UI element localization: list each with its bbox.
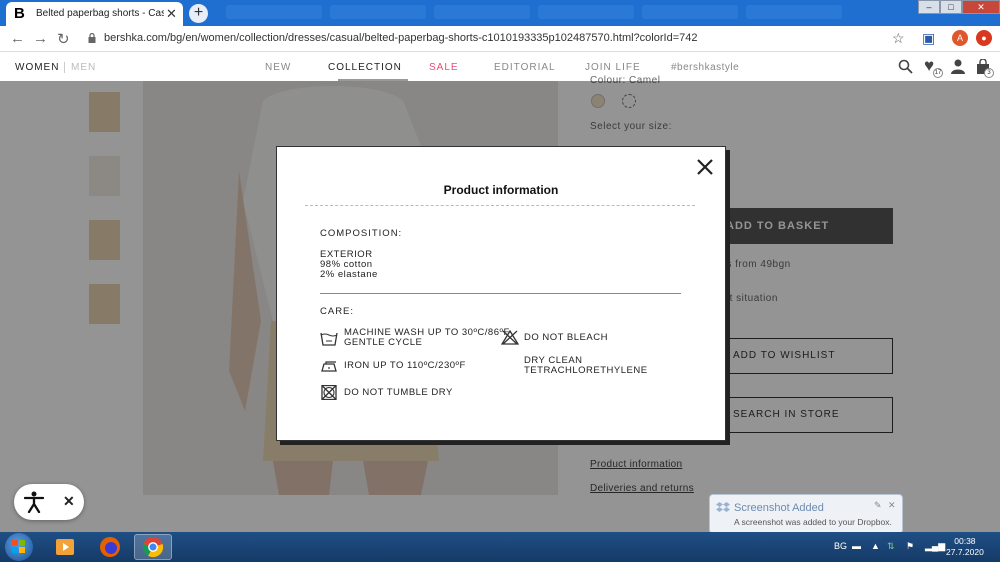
toast-body: A screenshot was added to your Dropbox. — [734, 517, 892, 527]
background-tab[interactable] — [226, 5, 322, 19]
media-player-app[interactable] — [46, 534, 84, 560]
composition-heading: COMPOSITION: — [320, 228, 403, 239]
care-heading: CARE: — [320, 306, 355, 317]
signal-icon[interactable]: ▂▄▆ — [925, 541, 945, 552]
nav-bershkastyle[interactable]: #bershkastyle — [671, 62, 739, 73]
modal-divider — [305, 205, 695, 206]
no-bleach-icon — [501, 330, 519, 345]
system-clock[interactable]: 00:38 27.7.2020 — [946, 536, 984, 558]
no-tumble-dry-icon — [321, 385, 337, 400]
media-player-icon — [56, 539, 74, 555]
start-button[interactable] — [5, 533, 33, 561]
close-icon[interactable] — [696, 158, 714, 176]
nav-collection[interactable]: COLLECTION — [328, 62, 402, 73]
bershka-favicon: B — [14, 5, 25, 22]
toast-settings-icon[interactable]: ✎ — [874, 500, 882, 511]
composition-line: 2% elastane — [320, 269, 378, 280]
iron-icon — [321, 361, 337, 372]
care-divider — [320, 293, 681, 294]
background-tab[interactable] — [434, 5, 530, 19]
tab-title: Belted paperbag shorts - Casual — [36, 8, 164, 19]
back-arrow-icon[interactable]: ← — [10, 30, 25, 47]
browser-tab[interactable]: B Belted paperbag shorts - Casual ✕ — [6, 2, 183, 26]
address-bar: ← → ↻ bershka.com/bg/en/women/collection… — [0, 26, 1000, 52]
background-tab[interactable] — [538, 5, 634, 19]
cart-count-badge: 3 — [984, 68, 994, 78]
language-indicator[interactable]: BG — [834, 541, 847, 551]
extension-red-icon[interactable]: ● — [976, 30, 992, 46]
nav-new[interactable]: NEW — [265, 62, 291, 73]
site-header: WOMEN MEN NEW COLLECTION SALE EDITORIAL … — [0, 53, 1000, 81]
product-information-modal: Product information COMPOSITION: EXTERIO… — [276, 146, 726, 441]
chrome-icon — [142, 537, 164, 558]
dropbox-notification[interactable]: Screenshot Added A screenshot was added … — [709, 494, 903, 534]
close-tab-icon[interactable]: ✕ — [166, 6, 177, 22]
nav-join-life[interactable]: JOIN LIFE — [585, 62, 641, 73]
minimize-window-button[interactable]: – — [918, 0, 940, 14]
washing-icon — [320, 332, 338, 346]
action-center-icon[interactable]: ⚑ — [906, 541, 914, 552]
toast-close-icon[interactable]: ✕ — [888, 500, 896, 511]
url-field[interactable]: bershka.com/bg/en/women/collection/dress… — [104, 32, 697, 44]
care-text: DO NOT BLEACH — [524, 332, 608, 343]
maximize-window-button[interactable]: □ — [940, 0, 962, 14]
forward-arrow-icon[interactable]: → — [33, 30, 48, 47]
close-accessibility-icon[interactable]: ✕ — [63, 493, 75, 510]
firefox-icon — [100, 537, 120, 557]
show-hidden-icons-icon[interactable]: ▲ — [871, 541, 880, 551]
tray-network-icon[interactable]: ⇅ — [887, 541, 895, 552]
tab-women[interactable]: WOMEN — [15, 62, 59, 73]
tab-men[interactable]: MEN — [64, 62, 96, 73]
windows-taskbar: BG ▬ ▲ ⇅ ⚑ ▂▄▆ 00:38 27.7.2020 — [0, 532, 1000, 562]
accessibility-widget: ✕ — [14, 484, 84, 520]
toast-title: Screenshot Added — [734, 502, 824, 514]
user-icon[interactable] — [951, 59, 965, 74]
chrome-app[interactable] — [134, 534, 172, 560]
lock-icon[interactable] — [88, 33, 96, 43]
windows-logo-icon — [12, 540, 25, 553]
background-tab[interactable] — [330, 5, 426, 19]
bookmark-star-icon[interactable]: ☆ — [892, 30, 905, 47]
nav-sale[interactable]: SALE — [429, 62, 459, 73]
tray-app-icon[interactable]: ▬ — [852, 541, 861, 551]
browser-tab-bar: B Belted paperbag shorts - Casual ✕ + – … — [0, 0, 1000, 26]
dropbox-icon — [716, 502, 730, 512]
wishlist-count-badge: 17 — [933, 68, 943, 78]
profile-avatar[interactable]: A — [952, 30, 968, 46]
care-text: IRON UP TO 110ºC/230ºF — [344, 360, 466, 371]
reload-icon[interactable]: ↻ — [57, 30, 70, 48]
care-text: DO NOT TUMBLE DRY — [344, 387, 453, 398]
clock-time: 00:38 — [954, 536, 976, 546]
accessibility-icon[interactable] — [24, 491, 44, 513]
background-tab[interactable] — [642, 5, 738, 19]
firefox-app[interactable] — [91, 534, 129, 560]
new-tab-button[interactable]: + — [189, 4, 208, 23]
background-tab[interactable] — [746, 5, 842, 19]
search-icon[interactable] — [898, 59, 913, 74]
nav-editorial[interactable]: EDITORIAL — [494, 62, 556, 73]
modal-title: Product information — [443, 183, 559, 197]
clock-date: 27.7.2020 — [946, 547, 984, 557]
care-text: TETRACHLORETHYLENE — [524, 365, 648, 376]
close-window-button[interactable]: ✕ — [962, 0, 1000, 14]
extension-icon[interactable]: ▣ — [922, 30, 935, 47]
care-text: GENTLE CYCLE — [344, 337, 423, 348]
